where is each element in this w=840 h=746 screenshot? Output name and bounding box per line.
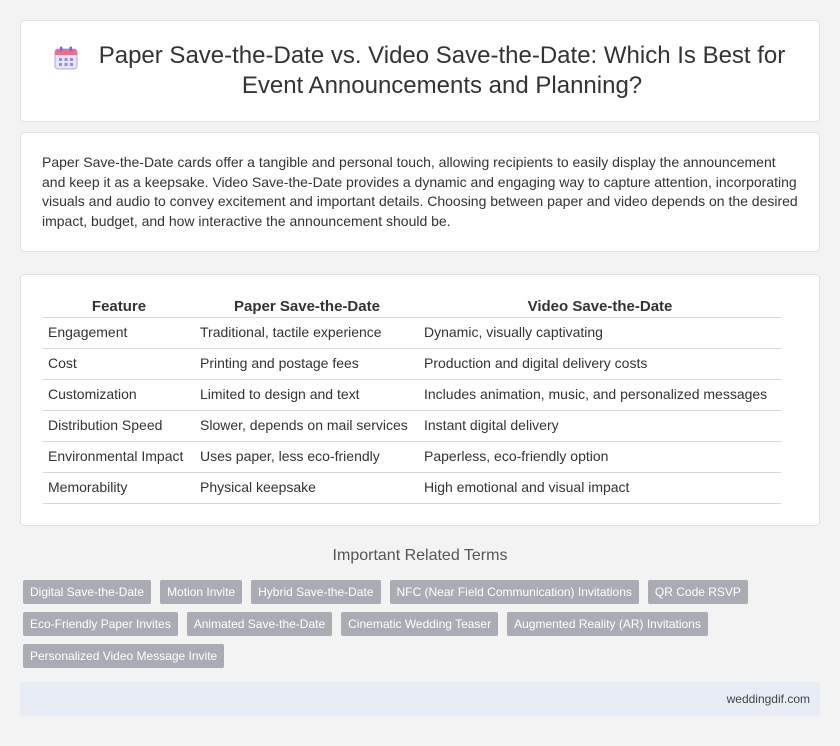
column-header-paper: Paper Save-the-Date [195,295,419,318]
table-cell-feature: Distribution Speed [43,410,195,442]
table-row: Customization Limited to design and text… [43,379,781,411]
tag-eco-friendly-paper-invites[interactable]: Eco-Friendly Paper Invites [23,612,178,636]
related-terms-heading: Important Related Terms [332,547,508,564]
table-cell-feature: Environmental Impact [43,441,195,473]
column-header-feature: Feature [43,295,195,318]
tag-motion-invite[interactable]: Motion Invite [160,580,243,604]
intro-card: Paper Save-the-Date cards offer a tangib… [20,132,820,252]
table-cell-paper: Physical keepsake [195,472,419,504]
table-cell-feature: Memorability [43,472,195,504]
tag-digital-save-the-date[interactable]: Digital Save-the-Date [23,580,152,604]
related-terms-tags: Digital Save-the-Date Motion Invite Hybr… [23,580,823,668]
table-cell-paper: Printing and postage fees [195,348,419,380]
table-row: Cost Printing and postage fees Productio… [43,348,781,380]
table-cell-paper: Limited to design and text [195,379,419,411]
table-header-row: Feature Paper Save-the-Date Video Save-t… [43,295,781,318]
intro-paragraph: Paper Save-the-Date cards offer a tangib… [42,154,798,230]
table-cell-paper: Uses paper, less eco-friendly [195,441,419,473]
tag-nfc-invitations[interactable]: NFC (Near Field Communication) Invitatio… [389,580,639,604]
column-header-video: Video Save-the-Date [419,295,781,318]
table-cell-feature: Engagement [43,317,195,349]
table-row: Engagement Traditional, tactile experien… [43,317,781,349]
comparison-card: Feature Paper Save-the-Date Video Save-t… [20,274,820,526]
table-row: Environmental Impact Uses paper, less ec… [43,441,781,473]
table-cell-video: Dynamic, visually captivating [419,317,781,349]
page-title: Paper Save-the-Date vs. Video Save-the-D… [98,42,786,99]
tag-ar-invitations[interactable]: Augmented Reality (AR) Invitations [507,612,708,636]
table-row: Distribution Speed Slower, depends on ma… [43,410,781,442]
table-cell-video: Paperless, eco-friendly option [419,441,781,473]
footer-site-link[interactable]: weddingdif.com [727,692,810,706]
tag-personalized-video-message-invite[interactable]: Personalized Video Message Invite [23,644,225,668]
table-cell-video: Instant digital delivery [419,410,781,442]
title-wrap: Paper Save-the-Date vs. Video Save-the-D… [53,41,787,101]
tag-hybrid-save-the-date[interactable]: Hybrid Save-the-Date [251,580,381,604]
calendar-icon [54,46,78,70]
tag-cinematic-wedding-teaser[interactable]: Cinematic Wedding Teaser [341,612,499,636]
table-cell-feature: Customization [43,379,195,411]
table-cell-video: High emotional and visual impact [419,472,781,504]
comparison-table: Feature Paper Save-the-Date Video Save-t… [43,295,781,504]
header-card: Paper Save-the-Date vs. Video Save-the-D… [20,20,820,122]
table-row: Memorability Physical keepsake High emot… [43,472,781,504]
table-cell-paper: Slower, depends on mail services [195,410,419,442]
tag-qr-code-rsvp[interactable]: QR Code RSVP [647,580,748,604]
table-cell-video: Includes animation, music, and personali… [419,379,781,411]
table-cell-video: Production and digital delivery costs [419,348,781,380]
table-cell-feature: Cost [43,348,195,380]
tag-animated-save-the-date[interactable]: Animated Save-the-Date [186,612,333,636]
footer-bar: weddingdif.com [20,682,820,716]
table-cell-paper: Traditional, tactile experience [195,317,419,349]
